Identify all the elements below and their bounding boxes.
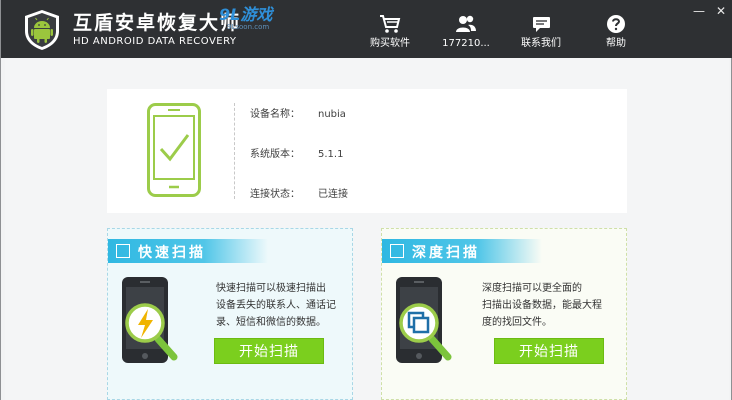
deep-scan-desc-line: 度的找回文件。: [482, 317, 552, 328]
deep-scan-description: 深度扫描可以更全面的 扫描出设备数据，能最大程 度的找回文件。: [482, 280, 602, 331]
main-content: 设备名称： nubia 系统版本： 5.1.1 连接状态： 已连接 快速扫描 快…: [5, 58, 729, 400]
lightning-magnifier-icon: [122, 277, 178, 363]
quick-scan-header: 快速扫描: [108, 239, 268, 263]
quick-scan-title: 快速扫描: [138, 245, 206, 261]
device-name-row: 设备名称： nubia: [250, 105, 346, 120]
android-shield-icon: [25, 10, 59, 50]
deep-scan-title: 深度扫描: [412, 245, 480, 261]
scan-frame-icon: [390, 244, 404, 258]
layers-magnifier-icon: [396, 277, 452, 363]
contact-us-label: 联系我们: [521, 38, 561, 49]
contact-us-button[interactable]: 联系我们: [506, 14, 576, 50]
watermark: 9L游戏 9Lsoon.com: [219, 5, 273, 32]
deep-scan-card: 深度扫描 深度扫描可以更全面的 扫描出设备数据，能最大程 度的找回文件。 开始扫…: [381, 228, 627, 400]
system-version-value: 5.1.1: [318, 149, 344, 160]
buy-software-label: 购买软件: [370, 38, 410, 49]
divider: [234, 103, 235, 199]
title-bar: 互盾安卓恢复大师 HD ANDROID DATA RECOVERY 9L游戏 9…: [1, 0, 732, 58]
system-version-row: 系统版本： 5.1.1: [250, 145, 343, 160]
minimize-button[interactable]: —: [691, 4, 707, 18]
chat-bubble-icon: [533, 17, 550, 32]
deep-scan-start-button[interactable]: 开始扫描: [494, 338, 604, 364]
account-label: 177210...: [442, 38, 490, 49]
quick-scan-desc-line: 录、短信和微信的数据。: [216, 317, 326, 328]
app-subtitle: HD ANDROID DATA RECOVERY: [73, 36, 237, 47]
device-info-card: 设备名称： nubia 系统版本： 5.1.1 连接状态： 已连接: [107, 89, 627, 213]
help-button[interactable]: 帮助: [581, 14, 651, 50]
shopping-cart-icon: [380, 15, 401, 33]
connection-status-label: 连接状态：: [250, 189, 300, 200]
deep-scan-header: 深度扫描: [382, 239, 542, 263]
buy-software-button[interactable]: 购买软件: [355, 14, 425, 50]
watermark-logo: 9L游戏: [219, 5, 273, 24]
users-icon: [456, 15, 476, 32]
deep-scan-desc-line: 扫描出设备数据，能最大程: [482, 300, 602, 311]
system-version-label: 系统版本：: [250, 149, 300, 160]
quick-scan-description: 快速扫描可以极速扫描出 设备丢失的联系人、通话记 录、短信和微信的数据。: [216, 280, 336, 331]
scan-frame-icon: [116, 244, 130, 258]
help-label: 帮助: [606, 38, 626, 49]
app-window: 互盾安卓恢复大师 HD ANDROID DATA RECOVERY 9L游戏 9…: [0, 0, 732, 400]
phone-connected-icon: [147, 103, 201, 197]
connection-status-value: 已连接: [318, 189, 348, 200]
quick-scan-desc-line: 快速扫描可以极速扫描出: [216, 283, 326, 294]
quick-scan-start-button[interactable]: 开始扫描: [214, 338, 324, 364]
connection-status-row: 连接状态： 已连接: [250, 185, 348, 200]
watermark-url: 9Lsoon.com: [227, 23, 270, 31]
device-name-label: 设备名称：: [250, 109, 300, 120]
app-title: 互盾安卓恢复大师: [73, 12, 242, 34]
quick-scan-card: 快速扫描 快速扫描可以极速扫描出 设备丢失的联系人、通话记 录、短信和微信的数据…: [107, 228, 353, 400]
device-name-value: nubia: [318, 109, 346, 120]
quick-scan-desc-line: 设备丢失的联系人、通话记: [216, 300, 336, 311]
question-mark-icon: [607, 15, 625, 33]
account-button[interactable]: 177210...: [431, 14, 501, 50]
close-button[interactable]: ✕: [713, 4, 729, 18]
deep-scan-desc-line: 深度扫描可以更全面的: [482, 283, 582, 294]
